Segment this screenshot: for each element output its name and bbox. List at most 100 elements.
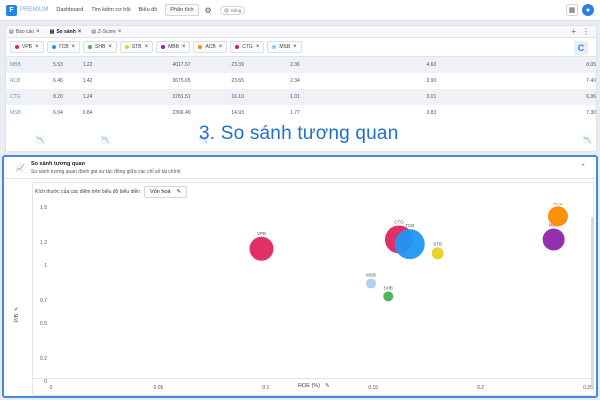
data-point-label: SHB: [384, 285, 393, 290]
pencil-icon[interactable]: ✎: [325, 383, 330, 389]
ticker-chip[interactable]: ACB ×: [193, 41, 228, 53]
chevron-up-icon[interactable]: ⌃: [580, 163, 586, 171]
x-axis-divider: [32, 378, 594, 379]
y-tick-label: 0.7: [40, 298, 47, 304]
y-tick-label: 1.5: [40, 205, 47, 211]
value-cell: 23.39: [231, 62, 244, 68]
ticker-cell: MBB: [10, 62, 21, 68]
tab-icon: ▤: [91, 28, 97, 35]
color-dot: [124, 45, 129, 49]
value-cell: 2.34: [290, 78, 300, 84]
tab-zscore[interactable]: ▤ Z-Score ×: [91, 29, 121, 35]
nav-charts[interactable]: Biểu đồ: [139, 7, 158, 13]
close-icon[interactable]: ×: [219, 44, 223, 50]
x-axis-label: ROE (%): [298, 383, 320, 389]
close-icon[interactable]: ×: [118, 29, 122, 35]
compare-logo-icon[interactable]: C: [574, 41, 588, 55]
value-cell: 6.96: [586, 94, 596, 100]
ticker-chip[interactable]: STB ×: [119, 41, 154, 53]
close-icon[interactable]: ×: [182, 44, 186, 50]
close-icon[interactable]: ×: [78, 29, 82, 35]
ticker-cell: CTG: [10, 94, 21, 100]
data-point[interactable]: [383, 291, 394, 302]
close-icon[interactable]: ×: [36, 29, 40, 35]
brand-label: PREMIUM: [20, 7, 49, 13]
color-dot: [161, 45, 166, 49]
app-logo[interactable]: F: [6, 4, 17, 16]
close-icon[interactable]: ×: [256, 44, 260, 50]
grid-icon[interactable]: ▦: [566, 4, 578, 16]
close-icon[interactable]: ×: [145, 44, 149, 50]
close-icon[interactable]: ×: [72, 44, 76, 50]
value-cell: 23.65: [231, 78, 244, 84]
value-cell: 3.83: [426, 110, 437, 116]
gear-icon[interactable]: ⚙: [205, 6, 212, 15]
ticker-chip[interactable]: VPB ×: [10, 41, 44, 53]
tab-icon: ▤: [9, 28, 14, 35]
top-right-icons: ▦ ●: [566, 4, 594, 16]
table-row[interactable]: MSB 6.04 0.84 2366.46 14.93 1.77 3.83 7.30: [6, 105, 596, 121]
table-row[interactable]: CTG 8.20 1.24 3781.51 16.10 1.01 3.01 6.96: [6, 89, 596, 105]
size-select[interactable]: Vốn hoá ✎: [144, 186, 188, 198]
nav-search[interactable]: Tìm kiếm cơ hội: [91, 7, 130, 13]
value-cell: 1.22: [82, 62, 93, 68]
value-cell: 1.42: [82, 78, 93, 84]
value-cell: 0.84: [82, 110, 93, 116]
color-dot: [235, 45, 240, 49]
ticker-chip[interactable]: SHB ×: [83, 41, 117, 53]
chip-label: VPB: [22, 44, 33, 50]
x-axis-title: ROE (%) ✎: [298, 383, 330, 389]
user-avatar-icon[interactable]: ●: [582, 4, 594, 16]
data-point[interactable]: [547, 206, 568, 227]
table-row[interactable]: ACB 6.46 1.42 3675.65 23.65 2.34 3.90 7.40: [6, 73, 596, 89]
chart-icon[interactable]: 📉: [101, 136, 110, 144]
data-point[interactable]: [366, 278, 377, 289]
color-dot: [272, 45, 277, 49]
tab-label: Báo cáo: [15, 28, 35, 35]
value-cell: 7.40: [586, 78, 596, 84]
close-icon[interactable]: ×: [108, 44, 112, 50]
more-icon[interactable]: ⋮: [582, 27, 590, 36]
y-tick-label: 0.2: [40, 356, 47, 362]
tab-report[interactable]: ▤ Báo cáo ×: [9, 29, 40, 35]
pencil-icon[interactable]: ✎: [14, 307, 20, 311]
nav-analysis[interactable]: Phân tích: [165, 4, 199, 16]
chart-icon[interactable]: 📉: [36, 136, 45, 144]
ticker-chip[interactable]: MBB ×: [156, 41, 191, 53]
y-axis-title: P/B ✎: [14, 307, 20, 322]
close-icon[interactable]: ×: [35, 44, 39, 50]
y-tick-label: 1: [44, 263, 47, 269]
data-point[interactable]: [394, 229, 425, 260]
size-value: Vốn hoá: [150, 189, 171, 195]
color-dot: [198, 45, 203, 49]
close-icon[interactable]: ×: [293, 44, 297, 50]
tab-bar: ▤ Báo cáo × ▤ So sánh × ▤ Z-Score × + ⋮: [6, 26, 596, 38]
ticker-chip[interactable]: TCB ×: [46, 41, 81, 53]
table-row[interactable]: MBB 5.53 1.22 4017.67 23.39 2.36 4.60 8.05: [6, 57, 596, 73]
nav-dashboard[interactable]: Dashboard: [56, 7, 83, 13]
color-dot: [88, 45, 93, 49]
ticker-chip[interactable]: MSB ×: [267, 41, 302, 53]
value-cell: 1.01: [290, 94, 300, 100]
value-cell: 14.93: [231, 110, 244, 116]
ticker-chip[interactable]: CTG ×: [230, 41, 265, 53]
correlation-panel: 📈 So sánh tương quan So sánh tương quan …: [2, 155, 598, 398]
value-cell: 3.01: [426, 94, 437, 100]
x-tick-label: 0.2: [477, 385, 484, 391]
data-point[interactable]: [542, 228, 565, 251]
data-point[interactable]: [249, 236, 274, 261]
panel-header: 📈 So sánh tương quan So sánh tương quan …: [4, 157, 596, 179]
chart-icon[interactable]: 📉: [583, 136, 592, 144]
comparison-table: MBB 5.53 1.22 4017.67 23.39 2.36 4.60 8.05 ACB 6.…: [6, 57, 596, 121]
value-cell: 3.90: [426, 78, 437, 84]
theme-toggle[interactable]: Sáng: [219, 5, 246, 15]
chip-label: TCB: [58, 44, 69, 50]
tab-icon: ▤: [49, 28, 55, 35]
color-dot: [51, 45, 56, 49]
scrollbar[interactable]: [591, 217, 594, 387]
chart-icon: 📈: [16, 165, 25, 172]
y-tick-label: 0.5: [40, 321, 47, 327]
data-point[interactable]: [431, 247, 444, 260]
tab-compare[interactable]: ▤ So sánh ×: [50, 29, 82, 35]
add-tab-icon[interactable]: +: [571, 27, 576, 36]
